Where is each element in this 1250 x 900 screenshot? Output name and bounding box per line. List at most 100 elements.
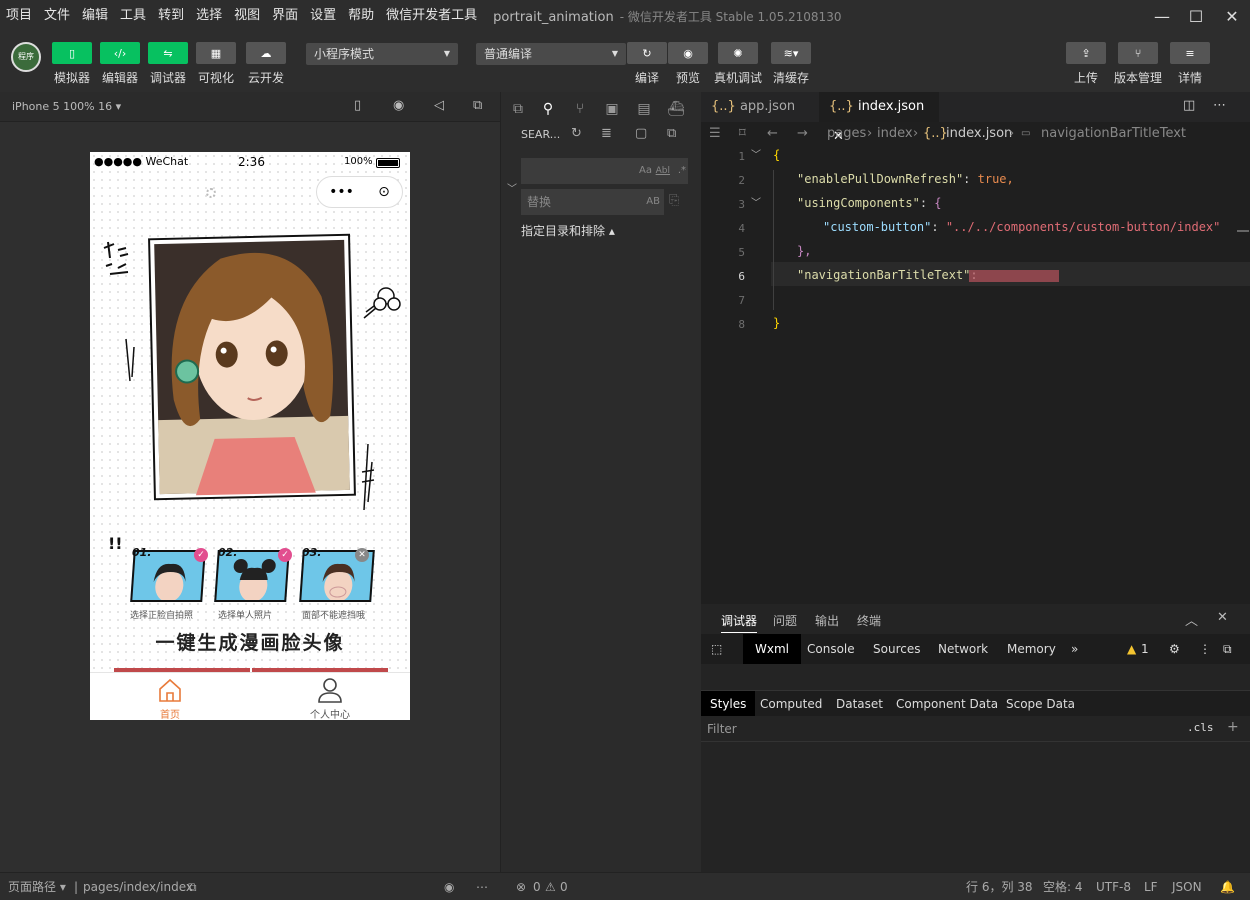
dock-icon[interactable]: ⧉ <box>1223 634 1232 664</box>
tab-component-data[interactable]: Component Data <box>896 691 998 717</box>
phone-outline-icon[interactable]: ▯ <box>354 98 361 113</box>
cls-toggle[interactable]: .cls <box>1187 721 1214 734</box>
preview-button[interactable]: ◉ 预览 <box>668 42 708 86</box>
extensions-icon[interactable]: ▣ <box>603 100 621 118</box>
menu-item-goto[interactable]: 转到 <box>152 0 190 32</box>
preserve-case-icon[interactable]: AB <box>646 189 660 215</box>
mode-select[interactable]: 小程序模式 ▼ <box>306 43 458 65</box>
menu-item-select[interactable]: 选择 <box>190 0 228 32</box>
new-search-icon[interactable]: ▢ <box>635 126 647 141</box>
menu-item-tools[interactable]: 工具 <box>114 0 152 32</box>
maximize-icon[interactable]: ☐ <box>1178 0 1214 32</box>
tab-output[interactable]: 输出 <box>815 612 839 629</box>
menu-item-settings[interactable]: 设置 <box>304 0 342 32</box>
forward-arrow-icon[interactable]: → <box>797 122 808 146</box>
replace-input[interactable]: 替换 AB <box>521 189 664 215</box>
menu-item-project[interactable]: 项目 <box>0 0 38 32</box>
include-exclude-toggle[interactable]: 指定目录和排除 ▴ <box>521 222 615 239</box>
regex-icon[interactable]: .* <box>678 158 686 184</box>
eye-icon[interactable]: ◉ <box>444 873 454 900</box>
version-button[interactable]: ⑂ 版本管理 <box>1114 42 1162 86</box>
cursor-position[interactable]: 行 6，列 38 <box>966 873 1033 900</box>
tab-computed[interactable]: Computed <box>760 691 822 717</box>
replace-all-icon[interactable]: ⎘ <box>669 193 679 208</box>
chevron-down-icon[interactable]: ﹀ <box>507 180 517 195</box>
menu-item-interface[interactable]: 界面 <box>266 0 304 32</box>
language-mode[interactable]: JSON <box>1172 873 1202 900</box>
tab-console[interactable]: Console <box>807 634 855 664</box>
docker-icon[interactable]: ⛴ <box>667 100 685 118</box>
device-select[interactable]: iPhone 5 100% 16 ▾ <box>12 100 121 113</box>
clear-results-icon[interactable]: ≣ <box>601 126 612 141</box>
match-case-icon[interactable]: Aa <box>639 158 652 184</box>
menu-item-view[interactable]: 视图 <box>228 0 266 32</box>
refresh-icon[interactable]: ↻ <box>571 126 582 141</box>
minimize-icon[interactable]: — <box>1144 0 1180 32</box>
remote-debug-button[interactable]: ✺ 真机调试 <box>714 42 762 86</box>
record-icon[interactable]: ◉ <box>393 98 404 113</box>
tab-scope-data[interactable]: Scope Data <box>1006 691 1075 717</box>
encoding-setting[interactable]: UTF-8 <box>1096 873 1131 900</box>
close-panel-icon[interactable]: ✕ <box>1217 610 1228 625</box>
popout-icon[interactable]: ⧉ <box>473 98 482 113</box>
simulator-toggle-button[interactable]: ▯ 模拟器 <box>52 42 92 86</box>
breadcrumb-index[interactable]: index <box>877 122 913 146</box>
menu-item-edit[interactable]: 编辑 <box>76 0 114 32</box>
menu-item-help[interactable]: 帮助 <box>342 0 380 32</box>
split-editor-icon[interactable]: ◫ <box>1183 98 1195 113</box>
tab-terminal[interactable]: 终端 <box>857 612 881 629</box>
cloud-dev-button[interactable]: ☁ 云开发 <box>246 42 286 86</box>
volume-icon[interactable]: ◁ <box>434 98 444 113</box>
fold-chevron-icon[interactable]: ﹀ <box>751 146 761 161</box>
add-rule-icon[interactable]: + <box>1227 719 1239 735</box>
git-icon[interactable]: ⑂ <box>571 100 589 118</box>
chevron-up-icon[interactable]: ︿ <box>1185 610 1198 629</box>
compile-select[interactable]: 普通编译 ▼ <box>476 43 626 65</box>
kebab-icon[interactable]: ⋮ <box>1199 634 1211 664</box>
tab-profile[interactable]: 个人中心 <box>298 677 362 720</box>
gear-icon[interactable]: ⚙ <box>1169 634 1180 664</box>
tab-network[interactable]: Network <box>938 634 988 664</box>
bookmark-icon[interactable]: ⌑ <box>739 122 746 146</box>
clear-cache-button[interactable]: ≋▾ 清缓存 <box>771 42 811 86</box>
debugger-toggle-button[interactable]: ⇋ 调试器 <box>148 42 188 86</box>
copy-icon[interactable]: ⧉ <box>188 873 197 900</box>
list-icon[interactable]: ☰ <box>709 122 721 146</box>
more-actions-icon[interactable]: ⋯ <box>1213 98 1226 113</box>
more-icon[interactable]: ••• <box>329 184 354 200</box>
editor-toggle-button[interactable]: ‹/› 编辑器 <box>100 42 140 86</box>
indent-setting[interactable]: 空格: 4 <box>1043 873 1083 900</box>
upload-button[interactable]: ⇪ 上传 <box>1066 42 1106 86</box>
tab-memory[interactable]: Memory <box>1007 634 1056 664</box>
tab-wxml[interactable]: Wxml <box>743 634 801 664</box>
search-input[interactable]: Aa Abl .* <box>521 158 688 184</box>
breadcrumb-key[interactable]: navigationBarTitleText <box>1041 122 1186 146</box>
whole-word-icon[interactable]: Abl <box>656 158 670 184</box>
tab-sources[interactable]: Sources <box>873 634 920 664</box>
tab-app-json[interactable]: {..} app.json <box>701 92 819 122</box>
files-icon[interactable]: ⧉ <box>509 100 527 118</box>
warning-icon[interactable]: ⚠ <box>545 873 556 900</box>
page-path-select[interactable]: 页面路径 ▾ <box>8 873 66 900</box>
more-tabs-icon[interactable]: » <box>1071 634 1078 664</box>
error-icon[interactable]: ⊗ <box>516 873 526 900</box>
avatar[interactable]: 程序 <box>11 42 41 72</box>
compile-button[interactable]: ↻ 编译 <box>627 42 667 86</box>
close-mp-icon[interactable]: ⊙ <box>378 184 390 200</box>
warning-icon[interactable]: ▲ <box>1127 634 1136 664</box>
details-button[interactable]: ≡ 详情 <box>1170 42 1210 86</box>
inspect-icon[interactable]: ⬚ <box>711 634 722 664</box>
breadcrumb-pages[interactable]: pages <box>827 122 866 146</box>
outline-icon[interactable]: ▤ <box>635 100 653 118</box>
collapse-icon[interactable]: ⧉ <box>667 126 676 141</box>
breadcrumb-file[interactable]: index.json <box>946 122 1012 146</box>
mp-capsule[interactable]: ••• ⊙ <box>316 176 403 208</box>
menu-item-file[interactable]: 文件 <box>38 0 76 32</box>
tab-dataset[interactable]: Dataset <box>836 691 883 717</box>
filter-input[interactable]: Filter <box>707 722 737 736</box>
tab-styles[interactable]: Styles <box>701 691 756 717</box>
visualize-button[interactable]: ▦ 可视化 <box>196 42 236 86</box>
tab-debugger[interactable]: 调试器 <box>721 612 758 633</box>
bell-icon[interactable]: 🔔 <box>1220 873 1235 900</box>
search-icon[interactable]: ⚲ <box>539 100 557 118</box>
